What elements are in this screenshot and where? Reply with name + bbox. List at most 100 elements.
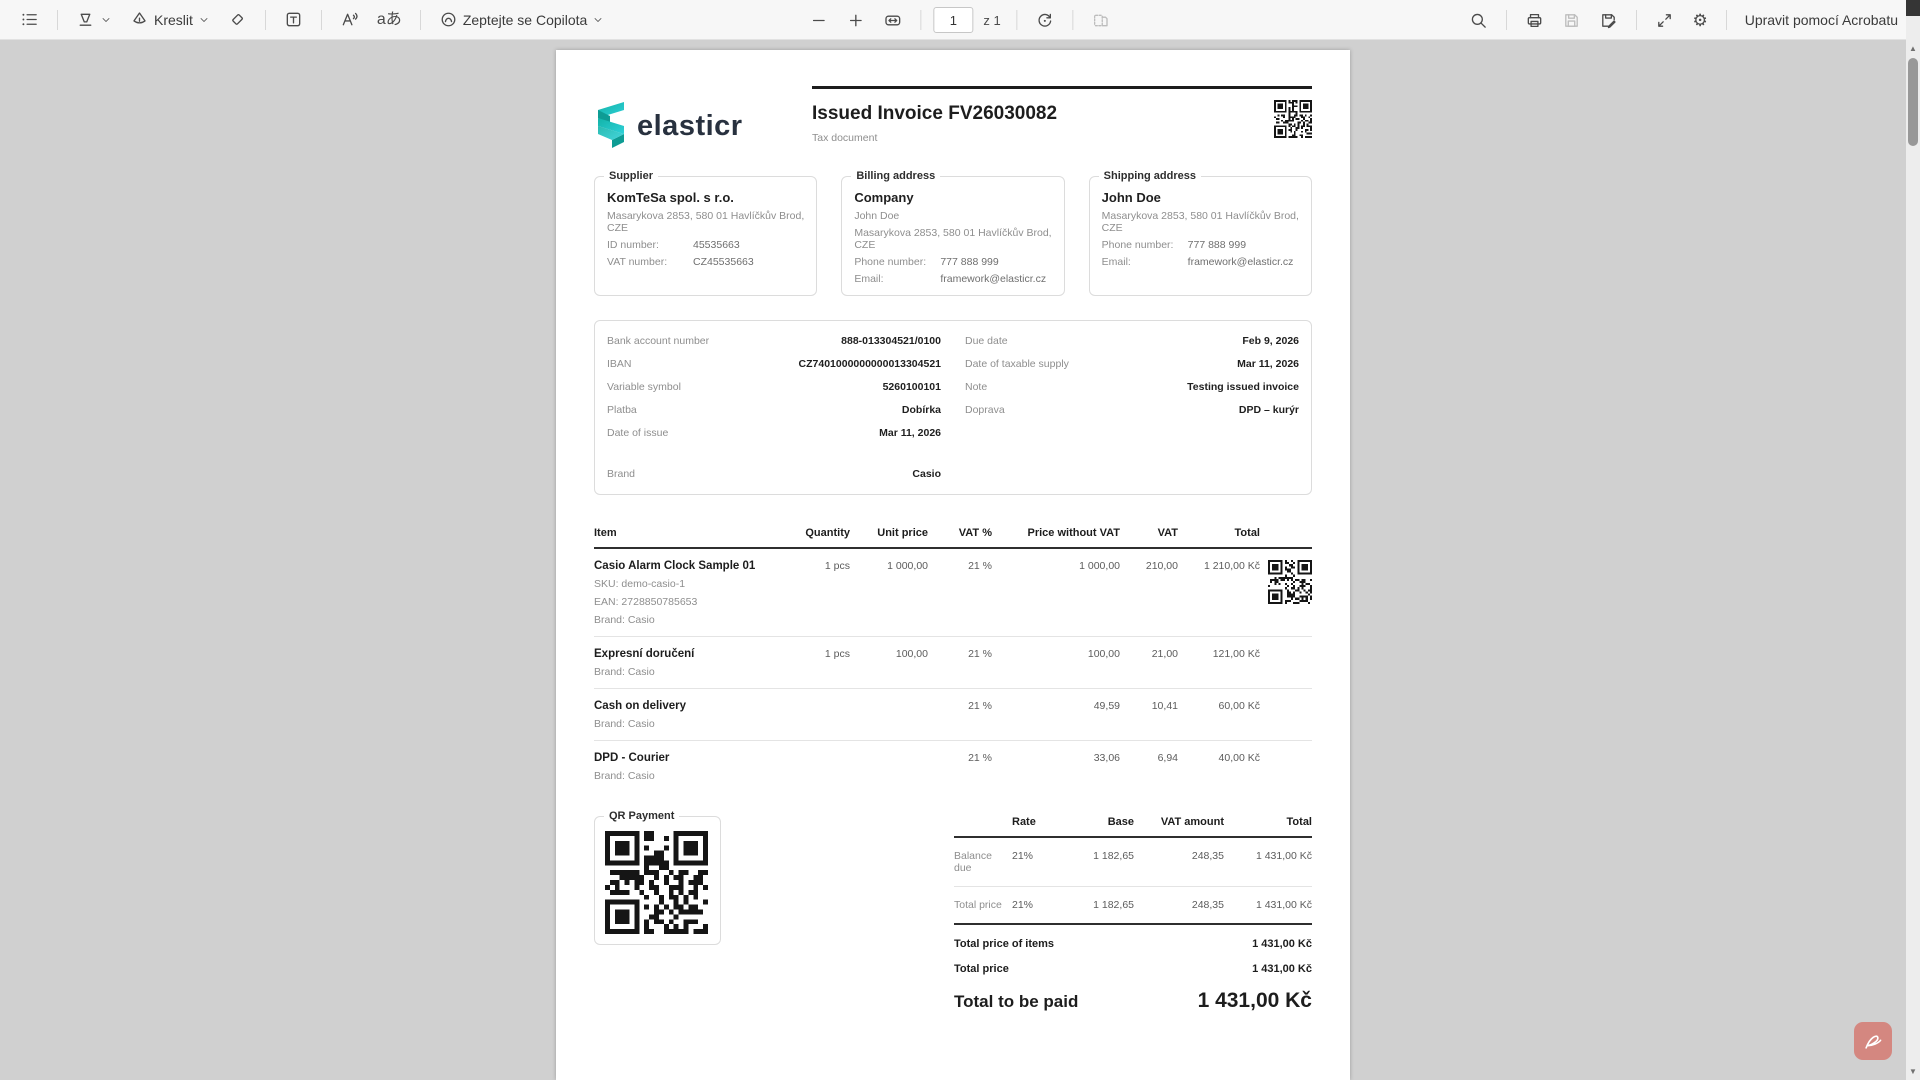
payment-label: Note [965,381,987,393]
brand-value: Casio [912,468,941,480]
copilot-label: Zeptejte se Copilota [463,12,588,28]
item-subline: Brand: Casio [594,718,790,730]
toc-icon [20,10,39,29]
item-vat-pct: 21 % [928,560,992,572]
fullscreen-icon [1655,11,1674,30]
payment-label: Date of issue [607,427,668,439]
search-button[interactable] [1463,6,1494,35]
divider [57,10,58,30]
acrobat-fab-button[interactable] [1854,1022,1892,1060]
contact-label: Email: [1102,256,1188,268]
item-vat-pct: 21 % [928,700,992,712]
billing-box: Billing address Company John Doe Masaryk… [841,176,1064,296]
vertical-scrollbar[interactable]: ▲ ▼ [1906,0,1920,1080]
item-subline: SKU: demo-casio-1 [594,578,790,590]
brand-label: Brand [607,468,635,480]
summary-rate: 21% [1012,850,1068,874]
translate-icon: aあ [377,12,402,28]
grand-total-row: Total to be paid 1 431,00 Kč [954,989,1312,1013]
summary-total: 1 431,00 Kč [1224,850,1312,874]
summary-row-label: Balance due [954,850,1012,874]
payment-row: Date of issueMar 11, 2026 [607,427,941,439]
draw-button[interactable]: Kreslit [124,5,216,34]
items-column-header: Total [1178,527,1260,539]
eraser-icon [228,10,247,29]
scroll-up-arrow-icon[interactable]: ▲ [1906,44,1920,53]
add-text-button[interactable] [278,5,309,34]
page-number-input[interactable] [933,7,973,33]
contents-button[interactable] [14,5,45,34]
item-name-cell: Cash on delivery Brand: Casio [594,700,790,730]
contact-value: CZ45535663 [693,256,754,268]
shipping-name: John Doe [1102,190,1299,205]
chevron-down-icon [592,14,604,26]
summary-row-label: Total price [954,899,1012,911]
total-label: Total price [954,963,1009,975]
brand-wordmark: elasticr [637,110,743,143]
summary-total: 1 431,00 Kč [1224,899,1312,911]
items-column-header: VAT % [928,527,992,539]
item-qr-cell [1260,560,1312,604]
rotate-button[interactable] [1030,6,1061,35]
summary-row: Total price21%1 182,65248,351 431,00 Kč [954,887,1312,925]
payment-label: IBAN [607,358,632,370]
total-label: Total price of items [954,938,1054,950]
read-aloud-button[interactable] [334,5,365,34]
items-column-header: Item [594,527,790,539]
invoice-subtitle: Tax document [812,132,1312,144]
scroll-down-arrow-icon[interactable]: ▼ [1906,1067,1920,1076]
item-vat: 210,00 [1120,560,1178,572]
divider [1726,10,1727,30]
item-name: Expresní doručení [594,648,790,660]
pen-icon [130,10,149,29]
contact-row: Email:framework@elasticr.cz [854,273,1051,285]
payment-row: IBANCZ7401000000000013304521 [607,358,941,370]
payment-row: PlatbaDobírka [607,404,941,416]
copilot-icon [439,10,458,29]
items-column-header: Price without VAT [992,527,1120,539]
zoom-in-button[interactable] [840,6,871,35]
item-qty: 1 pcs [790,648,850,660]
fit-width-button[interactable] [877,6,908,35]
divider [1017,10,1018,30]
billing-contact: John Doe [854,210,1051,222]
item-qr-code [1268,560,1312,604]
fullscreen-button[interactable] [1649,6,1680,35]
acrobat-edit-button[interactable]: Upravit pomocí Acrobatu [1739,7,1904,33]
invoice-title: Issued Invoice FV26030082 [812,103,1312,125]
contact-value: 777 888 999 [1188,239,1246,251]
divider [1073,10,1074,30]
payment-row: Note Testing issued invoice [965,381,1299,393]
contact-value: framework@elasticr.cz [940,273,1046,285]
highlight-button[interactable] [70,5,118,34]
item-row: DPD - CourierBrand: Casio21 %33,066,9440… [594,741,1312,792]
divider [265,10,266,30]
highlighter-icon [76,10,95,29]
divider [321,10,322,30]
print-button[interactable] [1519,6,1550,35]
pdf-viewport[interactable]: elasticr Issued Invoice FV26030082 Tax d… [0,40,1906,1080]
item-subline: Brand: Casio [594,614,790,626]
zoom-out-button[interactable] [803,6,834,35]
save-as-button[interactable] [1593,6,1624,35]
divider [920,10,921,30]
rotate-icon [1036,11,1055,30]
plus-icon [846,11,865,30]
read-aloud-icon [340,10,359,29]
copilot-button[interactable]: Zeptejte se Copilota [433,5,611,34]
contact-row: Phone number:777 888 999 [854,256,1051,268]
settings-button[interactable]: ⚙ [1686,7,1713,34]
item-price-without-vat: 1 000,00 [992,560,1120,572]
item-row: Cash on deliveryBrand: Casio21 %49,5910,… [594,689,1312,741]
summary-section: RateBaseVAT amountTotal Balance due21%1 … [954,816,1312,1013]
scrollbar-thumb[interactable] [1908,58,1918,146]
payment-row: Variable symbol5260100101 [607,381,941,393]
minus-icon [809,11,828,30]
translate-button[interactable]: aあ [371,7,408,33]
qr-payment-legend: QR Payment [604,810,679,822]
item-total: 1 210,00 Kč [1178,560,1260,572]
erase-button[interactable] [222,5,253,34]
grand-total-label: Total to be paid [954,992,1078,1012]
item-name: Cash on delivery [594,700,790,712]
payment-value: Testing issued invoice [1187,381,1299,393]
